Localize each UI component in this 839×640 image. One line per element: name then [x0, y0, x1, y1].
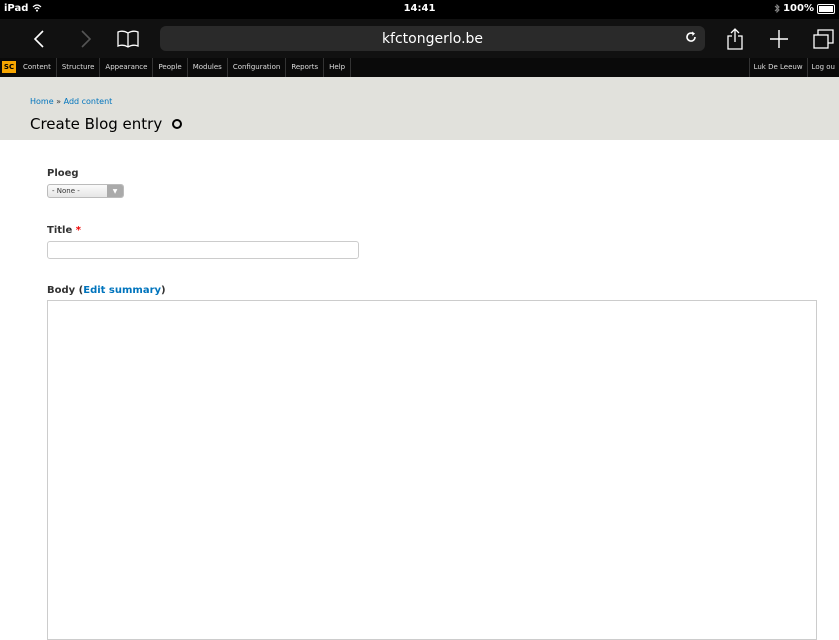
battery-icon: [817, 3, 835, 14]
share-icon: [727, 27, 743, 50]
site-logo[interactable]: SC: [2, 61, 16, 73]
body-label: Body (Edit summary): [47, 285, 166, 296]
user-name-link[interactable]: Luk De Leeuw: [748, 58, 807, 77]
shortcut-icon[interactable]: [172, 119, 183, 129]
breadcrumb-add-content[interactable]: Add content: [64, 97, 113, 106]
breadcrumb-separator: »: [53, 97, 64, 106]
page-header: Home » Add content Create Blog entry: [0, 77, 839, 140]
book-icon: [117, 30, 139, 48]
ploeg-label: Ploeg: [47, 168, 79, 179]
status-bar: iPad 14:41 100%: [0, 0, 839, 19]
bluetooth-icon: [774, 4, 780, 13]
breadcrumb-home[interactable]: Home: [30, 97, 54, 106]
menu-reports[interactable]: Reports: [286, 58, 325, 77]
menu-help[interactable]: Help: [324, 58, 352, 77]
title-input[interactable]: [47, 241, 359, 259]
new-tab-button[interactable]: [767, 19, 791, 58]
tabs-button[interactable]: [811, 19, 837, 58]
logout-link[interactable]: Log ou: [806, 58, 839, 77]
body-textarea[interactable]: [47, 300, 817, 640]
reload-button[interactable]: [685, 31, 697, 47]
battery-percent: 100%: [783, 3, 814, 14]
plus-icon: [770, 29, 788, 48]
url-text: kfctongerlo.be: [381, 30, 484, 47]
edit-summary-link[interactable]: Edit summary: [83, 285, 161, 296]
required-marker: *: [75, 225, 81, 236]
menu-modules[interactable]: Modules: [188, 58, 228, 77]
dropdown-arrow-icon: ▼: [107, 185, 123, 197]
admin-menu: Content Structure Appearance People Modu…: [18, 58, 352, 77]
menu-content[interactable]: Content: [18, 58, 57, 77]
menu-structure[interactable]: Structure: [57, 58, 101, 77]
forward-button[interactable]: [75, 19, 97, 58]
tabs-icon: [813, 28, 834, 49]
ploeg-selected-value: - None -: [52, 187, 80, 195]
reload-icon: [686, 31, 696, 42]
admin-toolbar: SC Content Structure Appearance People M…: [0, 58, 839, 78]
ploeg-select[interactable]: - None - ▼: [47, 184, 124, 198]
menu-appearance[interactable]: Appearance: [100, 58, 154, 77]
page-title: Create Blog entry: [30, 115, 183, 133]
chevron-left-icon: [33, 29, 44, 48]
chevron-right-icon: [81, 29, 92, 48]
menu-configuration[interactable]: Configuration: [228, 58, 287, 77]
menu-people[interactable]: People: [153, 58, 188, 77]
back-button[interactable]: [28, 19, 50, 58]
page-title-text: Create Blog entry: [30, 115, 163, 133]
status-time: 14:41: [403, 3, 436, 14]
browser-toolbar: kfctongerlo.be: [0, 19, 839, 58]
bookmarks-button[interactable]: [115, 19, 141, 58]
breadcrumb: Home » Add content: [30, 97, 112, 106]
status-right: 100%: [774, 3, 835, 14]
address-bar[interactable]: kfctongerlo.be: [160, 26, 705, 51]
share-button[interactable]: [724, 19, 746, 58]
title-label: Title *: [47, 225, 81, 236]
user-links: Luk De Leeuw Log ou: [748, 58, 839, 77]
